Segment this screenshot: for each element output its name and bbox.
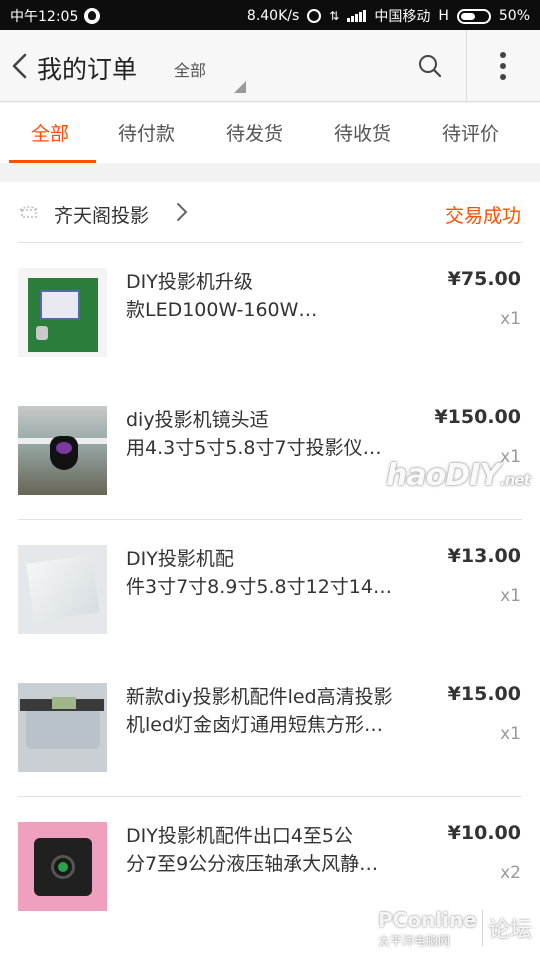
order-filter-dropdown[interactable]: 全部 bbox=[174, 57, 206, 81]
signal-strength-icon bbox=[347, 10, 367, 22]
item-price: ¥15.00 bbox=[447, 683, 521, 705]
lens-caliper-icon[interactable] bbox=[18, 683, 107, 772]
status-time: 中午12:05 bbox=[10, 9, 79, 25]
network-type: H bbox=[438, 8, 449, 24]
cooling-fan-icon[interactable] bbox=[18, 822, 107, 911]
item-price: ¥75.00 bbox=[447, 268, 521, 290]
item-title-line2: 机led灯金卤灯通用短焦方形… bbox=[126, 714, 384, 736]
tab-pending-review[interactable]: 待评价 bbox=[442, 119, 499, 146]
page-title: 我的订单 bbox=[37, 55, 138, 84]
order-card[interactable]: 齐天阁投影 交易成功 DIY投影机升级 款LED100W-160W… ¥75.0… bbox=[0, 182, 540, 960]
carrier-name: 中国移动 bbox=[374, 9, 431, 25]
tab-pending-shipment[interactable]: 待发货 bbox=[226, 119, 283, 146]
item-quantity: x2 bbox=[500, 863, 521, 883]
shop-header[interactable]: 齐天阁投影 交易成功 bbox=[0, 182, 540, 242]
item-quantity: x1 bbox=[500, 309, 521, 329]
item-title-line2: 件3寸7寸8.9寸5.8寸12寸14… bbox=[126, 576, 392, 598]
divider bbox=[18, 796, 522, 797]
more-options-icon[interactable] bbox=[498, 52, 508, 82]
item-title[interactable]: 新款diy投影机配件led高清投影 机led灯金卤灯通用短焦方形… bbox=[126, 683, 426, 739]
item-title-line1: DIY投影机配 bbox=[126, 548, 234, 570]
divider bbox=[18, 519, 522, 520]
haodiy-text: haoDIY bbox=[386, 458, 501, 493]
order-item[interactable]: diy投影机镜头适 用4.3寸5寸5.8寸7寸投影仪… ¥150.00 x1 bbox=[0, 382, 540, 520]
top-nav-bar: 我的订单 全部 bbox=[0, 30, 540, 102]
item-price: ¥13.00 bbox=[447, 545, 521, 567]
item-title-line1: diy投影机镜头适 bbox=[126, 409, 269, 431]
tab-all[interactable]: 全部 bbox=[31, 119, 69, 146]
alarm-clock-icon bbox=[307, 9, 322, 23]
order-item[interactable]: 新款diy投影机配件led高清投影 机led灯金卤灯通用短焦方形… ¥15.00… bbox=[0, 659, 540, 797]
order-item[interactable]: DIY投影机配 件3寸7寸8.9寸5.8寸12寸14… ¥13.00 x1 bbox=[0, 521, 540, 659]
tab-pending-payment[interactable]: 待付款 bbox=[118, 119, 175, 146]
status-bar: 中午12:05 8.40K/s ⇅ 中国移动 H 50% bbox=[0, 0, 540, 30]
item-title-line1: 新款diy投影机配件led高清投影 bbox=[126, 686, 393, 708]
item-title-line2: 分7至9公分液压轴承大风静… bbox=[126, 853, 379, 875]
tab-pending-receipt[interactable]: 待收货 bbox=[334, 119, 391, 146]
qq-penguin-icon bbox=[84, 8, 101, 24]
item-title[interactable]: DIY投影机升级 款LED100W-160W… bbox=[126, 268, 426, 324]
active-tab-indicator bbox=[9, 160, 96, 163]
item-title-line2: 用4.3寸5寸5.8寸7寸投影仪… bbox=[126, 437, 382, 459]
chevron-right-icon[interactable] bbox=[176, 202, 188, 222]
item-quantity: x1 bbox=[500, 586, 521, 606]
item-title-line2: 款LED100W-160W… bbox=[126, 299, 318, 321]
pconline-watermark: PConline 太平洋电脑网 论坛 bbox=[378, 908, 538, 952]
haodiy-suffix: .net bbox=[500, 471, 531, 489]
item-title-line1: DIY投影机升级 bbox=[126, 271, 253, 293]
pconline-brand: PConline bbox=[378, 908, 477, 932]
forum-label: 论坛 bbox=[488, 918, 533, 943]
network-speed: 8.40K/s bbox=[246, 8, 300, 24]
divider bbox=[18, 242, 522, 243]
back-arrow-icon[interactable] bbox=[10, 52, 32, 80]
order-status-badge: 交易成功 bbox=[444, 205, 521, 227]
item-quantity: x1 bbox=[500, 724, 521, 744]
pconline-subtitle: 太平洋电脑网 bbox=[378, 934, 451, 948]
battery-icon bbox=[456, 8, 491, 24]
power-board-icon[interactable] bbox=[18, 268, 107, 357]
item-title[interactable]: diy投影机镜头适 用4.3寸5寸5.8寸7寸投影仪… bbox=[126, 406, 426, 462]
item-title[interactable]: DIY投影机配件出口4至5公 分7至9公分液压轴承大风静… bbox=[126, 822, 426, 878]
order-tabs: 全部 待付款 待发货 待收货 待评价 bbox=[0, 103, 540, 163]
shop-icon bbox=[19, 206, 39, 218]
fresnel-sheet-icon[interactable] bbox=[18, 545, 107, 634]
order-item[interactable]: DIY投影机升级 款LED100W-160W… ¥75.00 x1 bbox=[0, 244, 540, 382]
search-icon[interactable] bbox=[418, 54, 442, 78]
battery-percent: 50% bbox=[498, 8, 530, 24]
watermark-separator bbox=[482, 910, 483, 946]
item-title-line1: DIY投影机配件出口4至5公 bbox=[126, 825, 354, 847]
item-price: ¥10.00 bbox=[447, 822, 521, 844]
shop-name[interactable]: 齐天阁投影 bbox=[54, 201, 149, 228]
lens-icon[interactable] bbox=[18, 406, 107, 495]
item-price: ¥150.00 bbox=[434, 406, 521, 428]
nav-divider bbox=[466, 30, 467, 102]
dropdown-caret-icon[interactable] bbox=[234, 81, 246, 93]
item-title[interactable]: DIY投影机配 件3寸7寸8.9寸5.8寸12寸14… bbox=[126, 545, 426, 601]
data-transfer-icon: ⇅ bbox=[329, 9, 340, 23]
haodiy-watermark: haoDIY.net bbox=[386, 458, 531, 493]
